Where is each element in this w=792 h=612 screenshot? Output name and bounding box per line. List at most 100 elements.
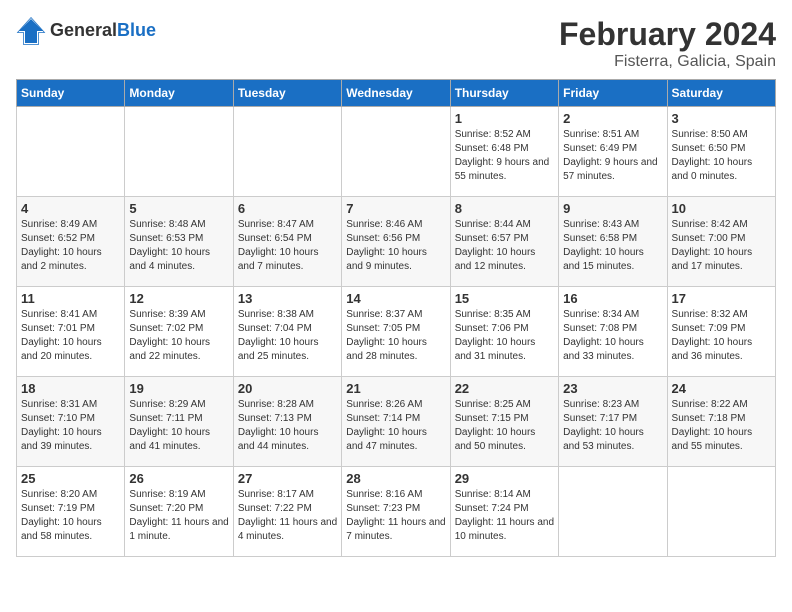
weekday-header-wednesday: Wednesday (342, 80, 450, 107)
calendar-cell: 13Sunrise: 8:38 AMSunset: 7:04 PMDayligh… (233, 287, 341, 377)
day-info: Sunrise: 8:28 AMSunset: 7:13 PMDaylight:… (238, 398, 337, 454)
day-info: Sunrise: 8:25 AMSunset: 7:15 PMDaylight:… (455, 398, 554, 454)
calendar-week-4: 18Sunrise: 8:31 AMSunset: 7:10 PMDayligh… (17, 377, 776, 467)
calendar-cell: 19 Sunrise: 8:29 AMSunset: 7:11 PMDayligh… (125, 377, 233, 467)
calendar-cell: 11 Sunrise: 8:41 AMSunset: 7:01 PMDayligh… (17, 287, 125, 377)
day-info: Sunrise: 8:35 AMSunset: 7:06 PMDaylight:… (455, 308, 554, 364)
calendar-cell: 23 Sunrise: 8:23 AMSunset: 7:17 PMDayligh… (559, 377, 667, 467)
calendar-cell: 7 Sunrise: 8:46 AMSunset: 6:56 PMDaylight… (342, 197, 450, 287)
calendar-week-2: 4Sunrise: 8:49 AMSunset: 6:52 PMDaylight… (17, 197, 776, 287)
day-number: 24 (672, 381, 771, 396)
calendar-table: SundayMondayTuesdayWednesdayThursdayFrid… (16, 79, 776, 557)
calendar-cell: 2 Sunrise: 8:51 AMSunset: 6:49 PMDaylight… (559, 107, 667, 197)
main-title: February 2024 (559, 16, 776, 53)
calendar-cell: 10Sunrise: 8:42 AMSunset: 7:00 PMDayligh… (667, 197, 775, 287)
day-info: Sunrise: 8:29 AMSunset: 7:11 PMDaylight:… (129, 398, 228, 454)
day-number: 17 (672, 291, 771, 306)
calendar-week-3: 11 Sunrise: 8:41 AMSunset: 7:01 PMDayligh… (17, 287, 776, 377)
calendar-cell: 15 Sunrise: 8:35 AMSunset: 7:06 PMDayligh… (450, 287, 558, 377)
day-number: 27 (238, 471, 337, 486)
weekday-header-sunday: Sunday (17, 80, 125, 107)
calendar-cell: 3Sunrise: 8:50 AMSunset: 6:50 PMDaylight… (667, 107, 775, 197)
day-info: Sunrise: 8:19 AMSunset: 7:20 PMDaylight:… (129, 488, 228, 544)
weekday-header-saturday: Saturday (667, 80, 775, 107)
day-info: Sunrise: 8:14 AMSunset: 7:24 PMDaylight:… (455, 488, 554, 544)
weekday-header-monday: Monday (125, 80, 233, 107)
calendar-cell: 5 Sunrise: 8:48 AMSunset: 6:53 PMDaylight… (125, 197, 233, 287)
calendar-cell: 20 Sunrise: 8:28 AMSunset: 7:13 PMDayligh… (233, 377, 341, 467)
day-number: 20 (238, 381, 337, 396)
day-info: Sunrise: 8:48 AMSunset: 6:53 PMDaylight:… (129, 218, 228, 274)
day-info: Sunrise: 8:43 AMSunset: 6:58 PMDaylight:… (563, 218, 662, 274)
day-number: 16 (563, 291, 662, 306)
calendar-cell (342, 107, 450, 197)
day-info: Sunrise: 8:42 AMSunset: 7:00 PMDaylight:… (672, 218, 771, 274)
calendar-cell (233, 107, 341, 197)
calendar-cell: 25 Sunrise: 8:20 AMSunset: 7:19 PMDayligh… (17, 467, 125, 557)
calendar-week-5: 25 Sunrise: 8:20 AMSunset: 7:19 PMDayligh… (17, 467, 776, 557)
weekday-header-friday: Friday (559, 80, 667, 107)
calendar-cell (125, 107, 233, 197)
calendar-cell (17, 107, 125, 197)
day-info: Sunrise: 8:37 AMSunset: 7:05 PMDaylight:… (346, 308, 445, 364)
day-number: 6 (238, 201, 337, 216)
calendar-cell: 14Sunrise: 8:37 AMSunset: 7:05 PMDayligh… (342, 287, 450, 377)
day-info: Sunrise: 8:26 AMSunset: 7:14 PMDaylight:… (346, 398, 445, 454)
calendar-cell: 12 Sunrise: 8:39 AMSunset: 7:02 PMDayligh… (125, 287, 233, 377)
day-number: 19 (129, 381, 228, 396)
calendar-cell (667, 467, 775, 557)
day-info: Sunrise: 8:17 AMSunset: 7:22 PMDaylight:… (238, 488, 337, 544)
day-number: 1 (455, 111, 554, 126)
day-number: 9 (563, 201, 662, 216)
day-number: 2 (563, 111, 662, 126)
calendar-body: 1 Sunrise: 8:52 AMSunset: 6:48 PMDaylight… (17, 107, 776, 557)
day-info: Sunrise: 8:23 AMSunset: 7:17 PMDaylight:… (563, 398, 662, 454)
day-number: 3 (672, 111, 771, 126)
day-number: 7 (346, 201, 445, 216)
day-info: Sunrise: 8:49 AMSunset: 6:52 PMDaylight:… (21, 218, 120, 274)
calendar-cell: 21 Sunrise: 8:26 AMSunset: 7:14 PMDayligh… (342, 377, 450, 467)
calendar-header: SundayMondayTuesdayWednesdayThursdayFrid… (17, 80, 776, 107)
day-number: 12 (129, 291, 228, 306)
day-number: 8 (455, 201, 554, 216)
day-number: 22 (455, 381, 554, 396)
title-block: February 2024 Fisterra, Galicia, Spain (559, 16, 776, 71)
day-number: 18 (21, 381, 120, 396)
day-info: Sunrise: 8:20 AMSunset: 7:19 PMDaylight:… (21, 488, 120, 544)
day-number: 23 (563, 381, 662, 396)
calendar-cell: 29Sunrise: 8:14 AMSunset: 7:24 PMDayligh… (450, 467, 558, 557)
subtitle: Fisterra, Galicia, Spain (559, 53, 776, 71)
day-number: 21 (346, 381, 445, 396)
day-info: Sunrise: 8:22 AMSunset: 7:18 PMDaylight:… (672, 398, 771, 454)
day-number: 28 (346, 471, 445, 486)
day-info: Sunrise: 8:47 AMSunset: 6:54 PMDaylight:… (238, 218, 337, 274)
day-info: Sunrise: 8:51 AMSunset: 6:49 PMDaylight:… (563, 128, 662, 184)
day-number: 15 (455, 291, 554, 306)
logo-text: GeneralBlue (50, 20, 156, 42)
calendar-cell: 9 Sunrise: 8:43 AMSunset: 6:58 PMDaylight… (559, 197, 667, 287)
calendar-cell (559, 467, 667, 557)
day-number: 11 (21, 291, 120, 306)
day-info: Sunrise: 8:32 AMSunset: 7:09 PMDaylight:… (672, 308, 771, 364)
day-info: Sunrise: 8:38 AMSunset: 7:04 PMDaylight:… (238, 308, 337, 364)
day-info: Sunrise: 8:52 AMSunset: 6:48 PMDaylight:… (455, 128, 554, 184)
day-info: Sunrise: 8:46 AMSunset: 6:56 PMDaylight:… (346, 218, 445, 274)
calendar-cell: 8Sunrise: 8:44 AMSunset: 6:57 PMDaylight… (450, 197, 558, 287)
day-number: 25 (21, 471, 120, 486)
calendar-cell: 4Sunrise: 8:49 AMSunset: 6:52 PMDaylight… (17, 197, 125, 287)
day-info: Sunrise: 8:41 AMSunset: 7:01 PMDaylight:… (21, 308, 120, 364)
calendar-cell: 18Sunrise: 8:31 AMSunset: 7:10 PMDayligh… (17, 377, 125, 467)
weekday-header-row: SundayMondayTuesdayWednesdayThursdayFrid… (17, 80, 776, 107)
calendar-cell: 24 Sunrise: 8:22 AMSunset: 7:18 PMDayligh… (667, 377, 775, 467)
calendar-cell: 17 Sunrise: 8:32 AMSunset: 7:09 PMDayligh… (667, 287, 775, 377)
weekday-header-thursday: Thursday (450, 80, 558, 107)
day-number: 5 (129, 201, 228, 216)
calendar-cell: 1 Sunrise: 8:52 AMSunset: 6:48 PMDaylight… (450, 107, 558, 197)
page-header: GeneralBlue February 2024 Fisterra, Gali… (16, 16, 776, 71)
calendar-week-1: 1 Sunrise: 8:52 AMSunset: 6:48 PMDaylight… (17, 107, 776, 197)
calendar-cell: 22 Sunrise: 8:25 AMSunset: 7:15 PMDayligh… (450, 377, 558, 467)
day-number: 26 (129, 471, 228, 486)
day-info: Sunrise: 8:39 AMSunset: 7:02 PMDaylight:… (129, 308, 228, 364)
calendar-cell: 27 Sunrise: 8:17 AMSunset: 7:22 PMDayligh… (233, 467, 341, 557)
calendar-cell: 6 Sunrise: 8:47 AMSunset: 6:54 PMDaylight… (233, 197, 341, 287)
